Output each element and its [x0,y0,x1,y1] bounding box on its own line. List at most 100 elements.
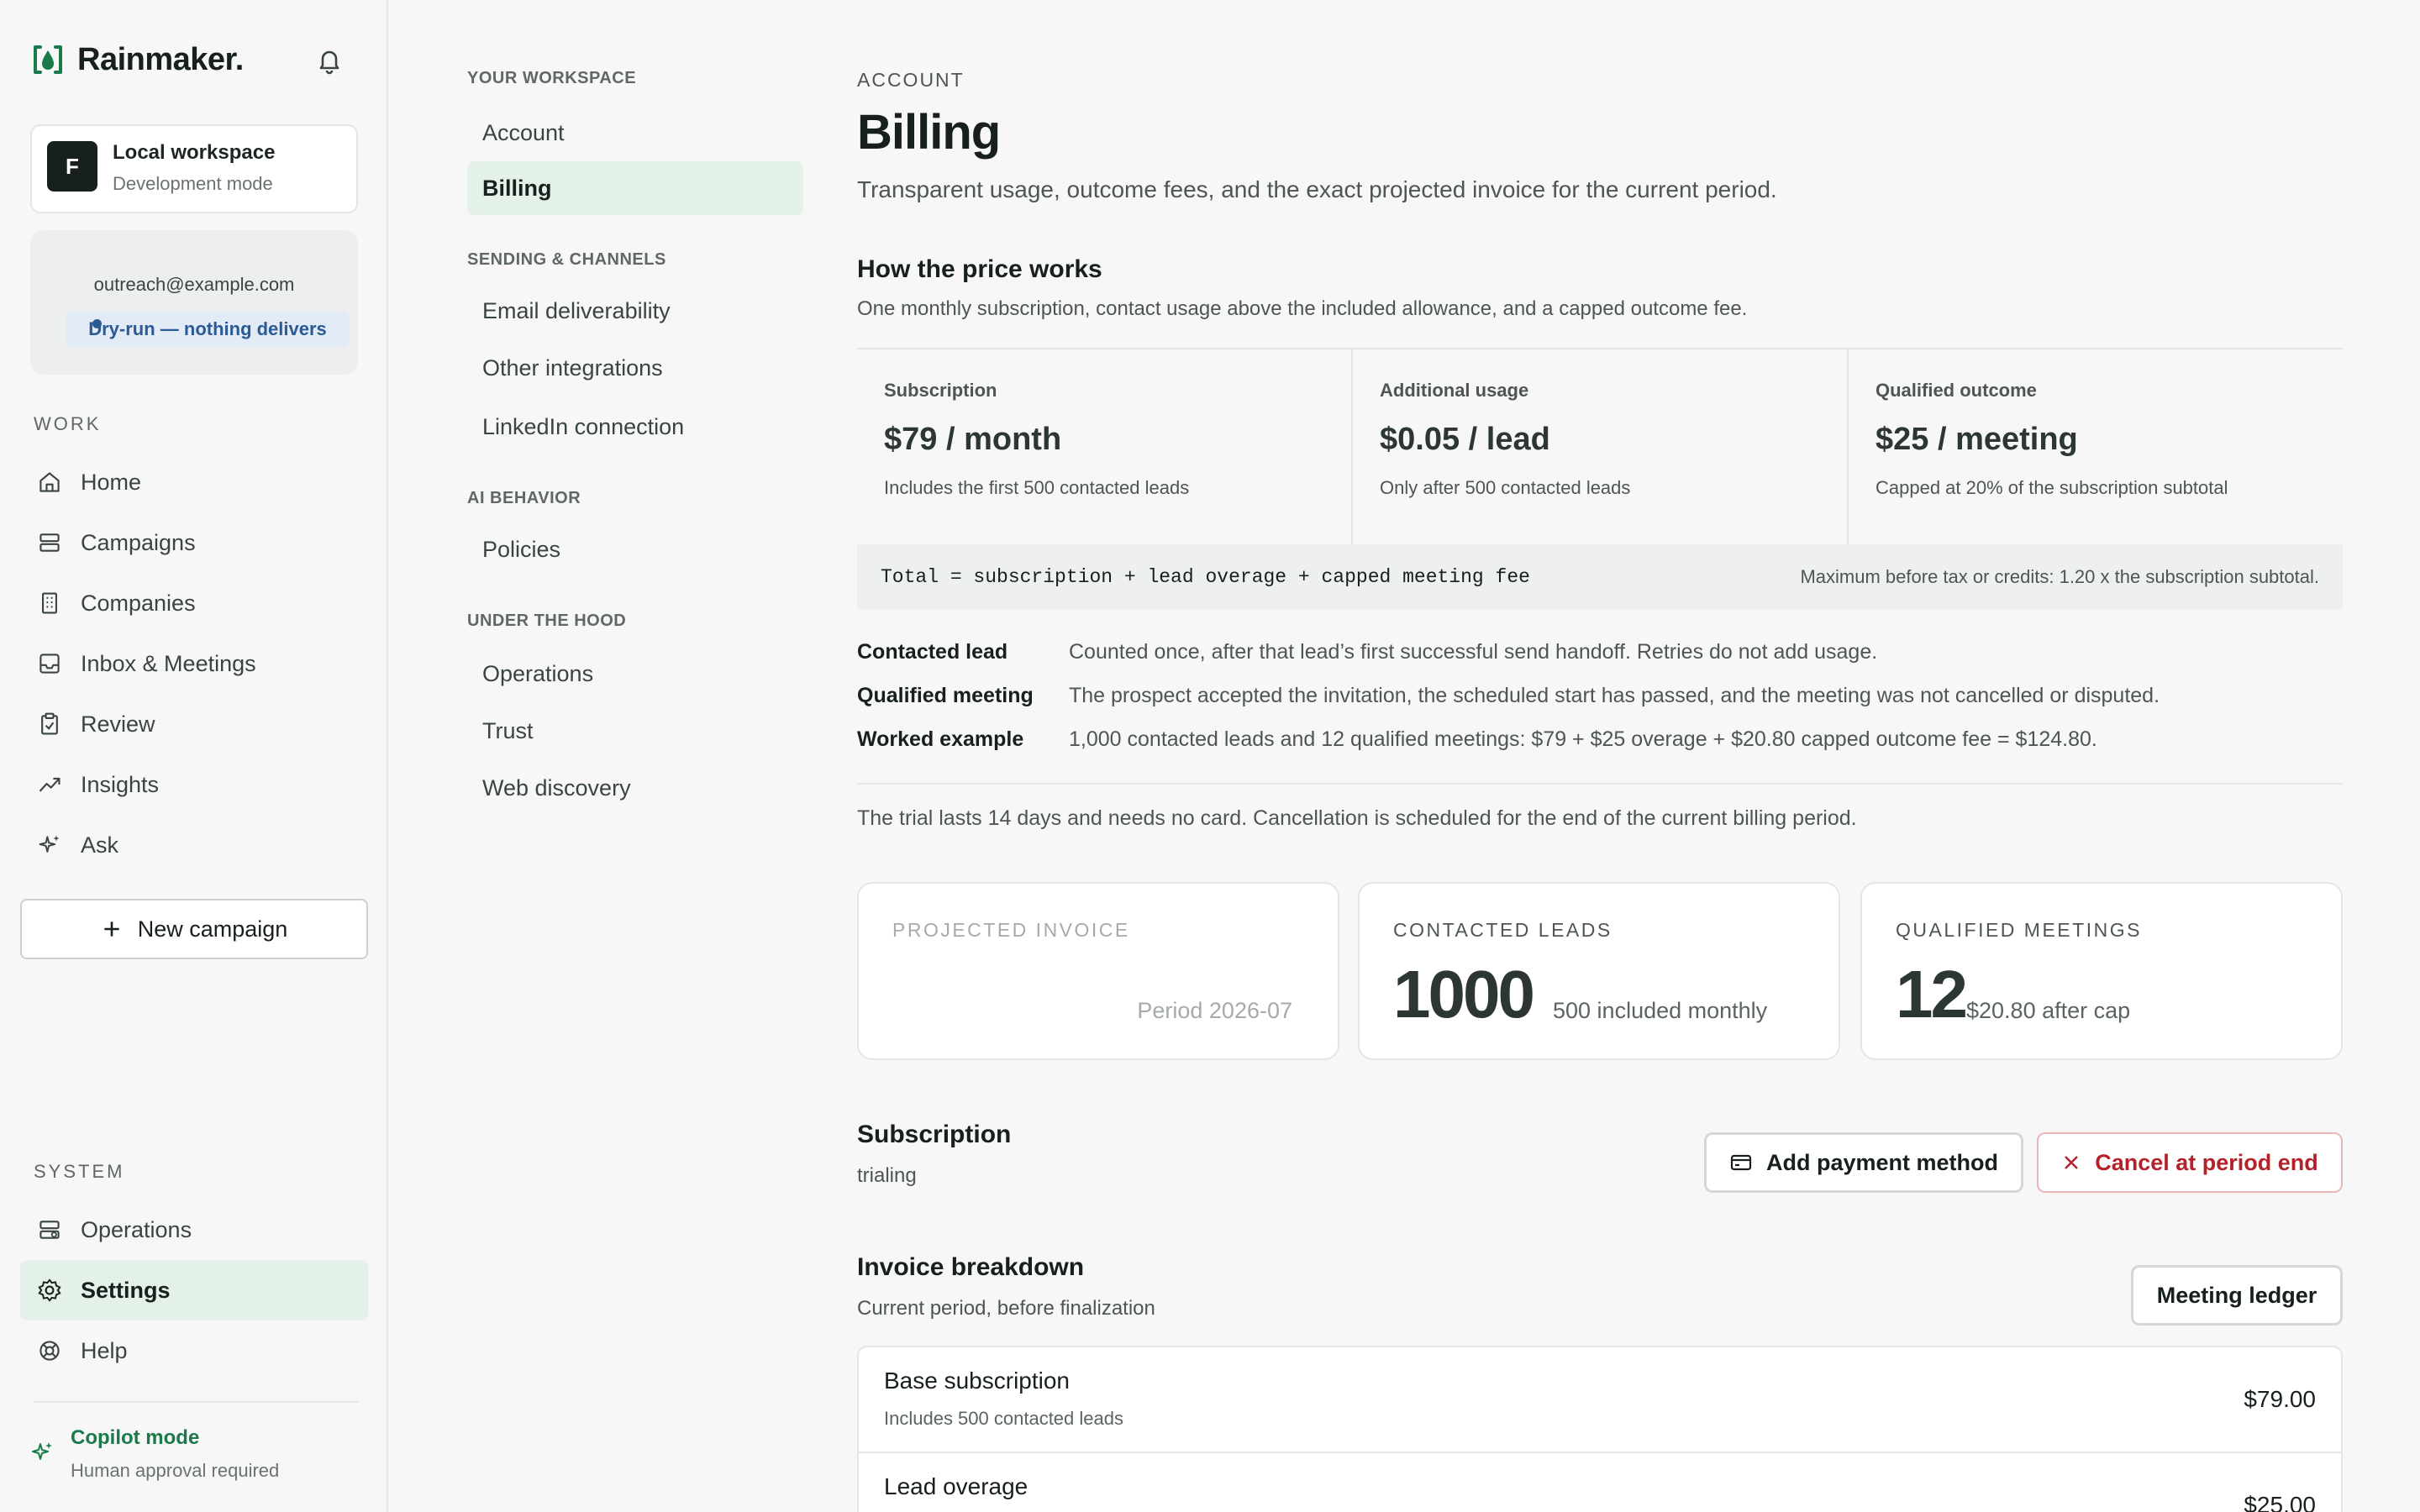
close-icon [2065,1156,2079,1169]
dry-run-badge: Dry-run — nothing delivers [66,311,350,348]
invoice-subtitle: Current period, before finalization [857,1297,1155,1320]
settings-section-under-hood: UNDER THE HOOD [467,612,627,630]
rainmaker-logo-icon [34,45,62,74]
settings-nav-linkedin[interactable]: LinkedIn connection [467,400,803,454]
formula-note: Maximum before tax or credits: 1.20 x th… [1800,566,2319,587]
stat-note: 500 included monthly [1553,998,1768,1023]
cancel-at-period-end-button[interactable]: Cancel at period end [2037,1132,2343,1193]
settings-nav-billing[interactable]: Billing [467,161,803,215]
definition-term: Qualified meeting [857,684,1034,707]
sidebar-item-inbox-meetings[interactable]: Inbox & Meetings [20,633,368,694]
notifications-bell-icon[interactable] [313,44,346,77]
sidebar-item-help[interactable]: Help [20,1320,368,1381]
sidebar-item-label: Settings [81,1277,171,1303]
brand-name: Rainmaker. [77,41,244,77]
sparkles-icon [35,831,64,859]
invoice-item-name: Lead overage [884,1473,1028,1499]
stat-label: CONTACTED LEADS [1393,919,1612,941]
meeting-ledger-button[interactable]: Meeting ledger [2131,1265,2343,1326]
trending-up-icon [35,770,64,799]
workspace-avatar: F [47,141,97,192]
settings-nav-policies[interactable]: Policies [467,522,803,576]
sidebar-item-companies[interactable]: Companies [20,573,368,633]
invoice-title: Invoice breakdown [857,1253,1085,1281]
sidebar-item-label: Review [81,711,155,737]
sidebar-item-review[interactable]: Review [20,694,368,754]
sender-email: outreach@example.com [93,274,295,295]
sidebar-item-label: Campaigns [81,529,196,555]
settings-section-workspace: YOUR WORKSPACE [467,69,637,87]
sidebar-item-label: Companies [81,590,196,616]
sidebar-item-operations[interactable]: Operations [20,1200,368,1260]
copilot-title: Copilot mode [71,1426,200,1449]
price-subscription: Subscription $79 / month Includes the fi… [857,349,1353,544]
trial-note: The trial lasts 14 days and needs no car… [857,806,1857,830]
stat-projected-invoice: PROJECTED INVOICE Period 2026-07 [857,882,1339,1060]
page-eyebrow: ACCOUNT [857,69,965,91]
invoice-item-amount: $25.00 [2244,1492,2316,1512]
stat-value: 1000 [1393,957,1535,1032]
stat-contacted-leads: CONTACTED LEADS 1000 500 included monthl… [1358,882,1840,1060]
copilot-sparkles-icon [32,1442,52,1460]
home-icon [35,468,64,496]
stat-label: QUALIFIED MEETINGS [1896,919,2142,941]
price-value: $79 / month [884,422,1062,457]
settings-nav-account[interactable]: Account [467,106,803,160]
price-value: $0.05 / lead [1380,422,1550,457]
sidebar-item-label: Help [81,1337,128,1363]
price-value: $25 / meeting [1876,422,2078,457]
workspace-switcher[interactable]: F Local workspace Development mode [30,124,358,213]
sidebar-item-insights[interactable]: Insights [20,754,368,815]
definition-term: Contacted lead [857,640,1008,664]
building-icon [35,589,64,617]
new-campaign-label: New campaign [137,916,288,942]
settings-section-channels: SENDING & CHANNELS [467,250,666,269]
price-note: Only after 500 contacted leads [1380,477,1631,498]
stat-qualified-meetings: QUALIFIED MEETINGS 12 $20.80 after cap [1860,882,2343,1060]
gear-icon [35,1276,64,1305]
sidebar-item-home[interactable]: Home [20,452,368,512]
new-campaign-button[interactable]: New campaign [20,899,368,959]
invoice-item-amount: $79.00 [2244,1386,2316,1412]
pricing-subtitle: One monthly subscription, contact usage … [857,297,1748,320]
sidebar-item-campaigns[interactable]: Campaigns [20,512,368,573]
inbox-icon [35,649,64,678]
invoice-row-lead-overage: Lead overage $25.00 [859,1453,2341,1512]
nav-section-work: WORK [34,413,102,434]
sidebar-item-ask[interactable]: Ask [20,815,368,875]
sidebar-item-settings[interactable]: Settings [20,1260,368,1320]
settings-nav-trust[interactable]: Trust [467,704,803,758]
price-qualified-outcome: Qualified outcome $25 / meeting Capped a… [1849,349,2343,544]
sidebar-item-label: Insights [81,771,160,797]
workspace-mode: Development mode [113,173,273,194]
formula-code: Total = subscription + lead overage + ca… [881,566,1530,588]
definition-desc: The prospect accepted the invitation, th… [1069,684,2160,707]
settings-nav-other-integrations[interactable]: Other integrations [467,341,803,395]
definition-contacted-lead: Contacted lead Counted once, after that … [857,640,1877,664]
add-payment-label: Add payment method [1765,1149,1998,1175]
main-sidebar: Rainmaker. F Local workspace Development… [0,0,388,1512]
lifebuoy-icon [35,1336,64,1365]
workspace-name: Local workspace [113,141,276,164]
credit-card-icon [1730,1154,1752,1171]
stat-value: 12 [1896,957,1968,1032]
settings-nav-email-deliverability[interactable]: Email deliverability [467,284,803,338]
pricing-title: How the price works [857,255,1102,283]
price-label: Additional usage [1380,380,1529,401]
settings-nav-operations[interactable]: Operations [467,647,803,701]
brand[interactable]: Rainmaker. [32,40,244,79]
sidebar-item-label: Ask [81,832,119,858]
settings-nav-web-discovery[interactable]: Web discovery [467,761,803,815]
price-note: Includes the first 500 contacted leads [884,477,1190,498]
settings-section-ai: AI BEHAVIOR [467,489,581,507]
sidebar-item-label: Operations [81,1216,192,1242]
invoice-item-desc: Includes 500 contacted leads [884,1408,1123,1429]
price-formula: Total = subscription + lead overage + ca… [857,544,2343,610]
sidebar-item-label: Inbox & Meetings [81,650,256,676]
sender-card: outreach@example.com Dry-run — nothing d… [30,230,358,375]
stat-period: Period 2026-07 [1137,998,1292,1023]
subscription-title: Subscription [857,1121,1012,1148]
add-payment-method-button[interactable]: Add payment method [1704,1132,2023,1193]
clipboard-check-icon [35,710,64,738]
price-label: Qualified outcome [1876,380,2037,401]
